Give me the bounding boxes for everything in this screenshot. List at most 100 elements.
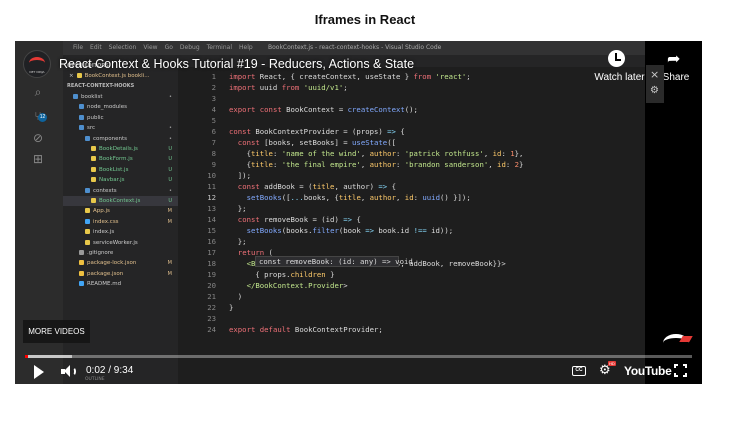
line-number: 4 [211,105,216,114]
menu-item-view[interactable]: View [143,44,157,51]
channel-logo-arc [29,57,45,69]
code-line: 3 [178,93,229,104]
menu-item-help[interactable]: Help [239,44,253,51]
channel-watermark[interactable] [659,330,693,354]
vscode-titlebar: File Edit Selection View Go Debug Terminal Help… [63,41,645,55]
line-number: 3 [211,94,216,103]
code-text: {title: 'the final empire', author: 'bra… [229,160,524,169]
debug-icon: ⊘ [32,131,44,145]
code-text: </BookContext.Provider> [246,281,348,290]
youtube-logo[interactable]: YouTube [624,364,672,378]
line-number: 10 [207,171,216,180]
menu-item-go[interactable]: Go [165,44,173,51]
file-tree-label: public [87,114,104,121]
file-tree-item[interactable]: package-lock.json M [63,258,178,268]
watch-later-button[interactable]: Watch later [592,50,645,86]
file-tree-label: booklist [81,94,103,100]
file-tree-label: .gitignore [87,250,114,256]
more-videos-button[interactable]: MORE VIDEOS [23,320,90,343]
close-icon[interactable]: × [650,68,659,81]
code-line: 6 const BookContextProvider = (props) => … [178,126,405,137]
channel-logo[interactable]: NET NINJA [23,50,51,78]
youtube-embed-player[interactable]: NET NINJA ⌕ ⑂ 12 ⊘ ⊞ FileEditSelectionVi… [15,41,702,384]
file-tree-item[interactable]: src • [63,123,178,133]
git-status-badge: U [168,156,172,163]
git-status-badge: U [168,198,172,204]
menu-item-file[interactable]: File [73,44,83,51]
file-tree-label: BookForm.js [99,156,133,163]
file-tree-label: serviceWorker.js [93,239,138,246]
file-tree-item[interactable]: BookDetails.js U [63,144,178,154]
code-line: 12 setBooks([...books, {title, author, i… [178,192,471,203]
volume-icon-wave [70,367,76,376]
file-icon [91,166,96,172]
folder-icon [85,187,90,193]
file-tree-item[interactable]: App.js M [63,206,178,216]
code-line: 9 {title: 'the final empire', author: 'b… [178,159,524,170]
git-status-badge: M [167,208,172,215]
file-tree-item[interactable]: Navbar.js U [63,175,178,185]
code-line: 14 const removeBook = (id) => { [178,214,361,225]
vscode-window-title: BookContext.js - react-context-hooks - V… [268,44,442,51]
hover-tooltip: const removeBook: (id: any) => void [255,256,413,267]
code-editor: 1 import React, { createContext, useState… [178,55,645,384]
line-number: 20 [207,281,216,290]
file-icon [79,281,84,287]
file-tree-item[interactable]: package.json M [63,269,178,279]
code-text: }; [229,237,247,246]
cc-icon[interactable]: CC [572,366,586,376]
file-tree-item[interactable]: index.css M [63,217,178,227]
annotation-panel: × ⚙ [646,65,664,103]
file-tree-item[interactable]: serviceWorker.js [63,238,178,248]
line-number: 15 [207,226,216,235]
hd-badge: HD [608,361,616,366]
file-tree-item[interactable]: BookForm.js U [63,154,178,164]
file-tree-item[interactable]: node_modules [63,102,178,112]
code-line: 13 }; [178,203,247,214]
gear-icon[interactable]: ⚙ [650,85,659,96]
page-title: Iframes in React [314,12,416,27]
code-text: }; [229,204,247,213]
code-line: 22} [178,302,233,313]
time-display: 0:02 / 9:34 [86,365,134,376]
file-tree-item[interactable]: booklist • [63,92,178,102]
file-tree-item[interactable]: BookContext.js U [63,196,178,206]
open-editor-item: × BookContext.js bookli... [63,71,178,81]
play-icon[interactable] [34,365,44,379]
git-status-badge: U [168,166,172,173]
line-number: 6 [211,127,216,136]
file-tree-item[interactable]: .gitignore [63,248,178,258]
code-line: 16 }; [178,236,247,247]
video-frame[interactable]: NET NINJA ⌕ ⑂ 12 ⊘ ⊞ FileEditSelectionVi… [15,41,645,384]
file-tree-label: components [93,135,127,142]
code-line: 2 import uuid from 'uuid/v1'; [178,82,348,93]
video-title-link[interactable]: React Context & Hooks Tutorial #19 - Red… [59,57,414,71]
line-number: 1 [211,72,216,81]
code-text: ) [229,292,243,301]
file-tree-item[interactable]: index.js [63,227,178,237]
code-line: 5 [178,115,229,126]
file-tree-item[interactable]: public [63,113,178,123]
file-tree-item[interactable]: contexts • [63,186,178,196]
line-number: 8 [211,149,216,158]
code-line: 21 ) [178,291,242,302]
menu-item-selection[interactable]: Selection [109,44,137,51]
code-text: {title: 'name of the wind', author: 'pat… [229,149,524,158]
folder-icon [79,104,84,110]
code-text: const [books, setBooks] = useState([ [237,138,396,147]
file-tree-label: package-lock.json [87,260,137,267]
menu-item-terminal[interactable]: Terminal [207,44,232,51]
git-status-badge: • [169,135,172,142]
code-line: 1 import React, { createContext, useState… [178,71,471,82]
file-tree-item[interactable]: components • [63,134,178,144]
volume-icon[interactable] [61,364,77,379]
fullscreen-icon[interactable] [674,364,687,377]
code-text: ]); [229,171,251,180]
menu-item-edit[interactable]: Edit [90,44,102,51]
scm-badge: 12 [38,113,47,122]
progress-bar[interactable] [25,355,692,358]
file-tree-item[interactable]: BookList.js U [63,165,178,175]
file-icon [85,239,90,245]
menu-item-debug[interactable]: Debug [180,44,200,51]
file-tree-item[interactable]: README.md [63,279,178,289]
